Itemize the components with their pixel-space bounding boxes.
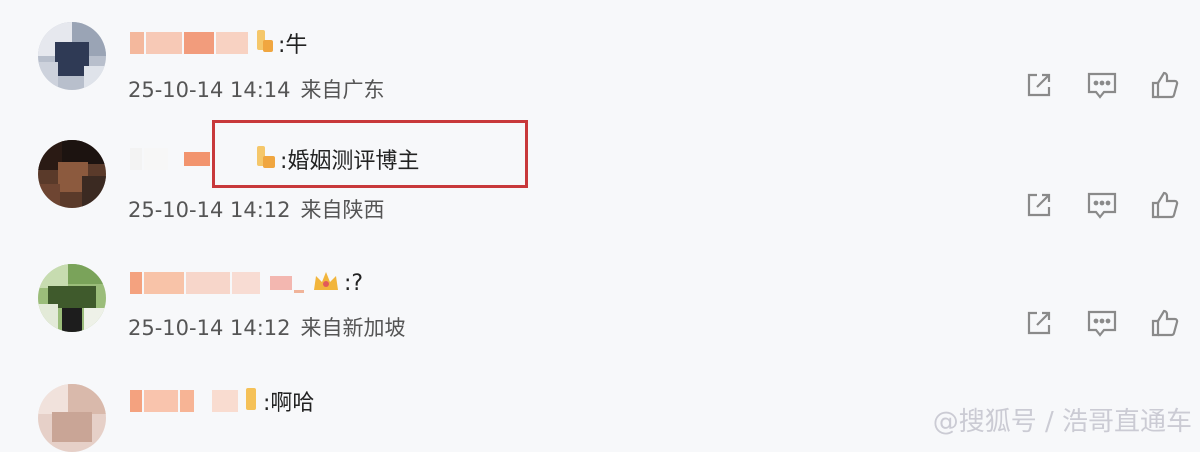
crown-icon	[311, 268, 341, 298]
comment-item: :? 25-10-14 14:12 来自新加坡	[0, 240, 1200, 360]
avatar[interactable]	[38, 264, 106, 332]
comment-icon[interactable]	[1086, 308, 1118, 338]
comment-text: :?	[344, 270, 364, 296]
username-blur	[184, 32, 214, 54]
comment-meta: 25-10-14 14:14 来自广东	[128, 74, 385, 104]
username-blur	[294, 289, 304, 293]
comment-item: :牛 25-10-14 14:14 来自广东	[0, 0, 1200, 120]
share-icon[interactable]	[1024, 190, 1054, 220]
username-blur	[146, 32, 182, 54]
avatar[interactable]	[38, 140, 106, 208]
username-blur	[186, 272, 230, 294]
highlight-box	[212, 120, 528, 188]
comment-header: :啊哈	[130, 386, 314, 416]
share-icon[interactable]	[1024, 308, 1054, 338]
username[interactable]	[130, 272, 142, 294]
comment-actions	[1024, 70, 1180, 100]
username-blur	[180, 390, 194, 412]
avatar[interactable]	[38, 384, 106, 452]
like-icon[interactable]	[1150, 190, 1180, 220]
like-icon[interactable]	[1150, 308, 1180, 338]
comment-icon[interactable]	[1086, 190, 1118, 220]
comment-actions	[1024, 190, 1180, 220]
watermark: @搜狐号 / 浩哥直通车	[932, 407, 1192, 437]
avatar[interactable]	[38, 22, 106, 90]
username-blur	[144, 390, 178, 412]
username-blur	[270, 276, 292, 290]
comment-date: 25-10-14 14:14	[128, 78, 291, 102]
comment-header: :?	[130, 268, 363, 298]
comment-location: 来自新加坡	[300, 316, 406, 340]
comment-icon[interactable]	[1086, 70, 1118, 100]
share-icon[interactable]	[1024, 70, 1054, 100]
comment-header: :牛	[130, 28, 307, 58]
comment-text: :牛	[278, 33, 308, 58]
comment-meta: 25-10-14 14:12 来自陕西	[128, 194, 385, 224]
comment-item: :婚姻测评博主 25-10-14 14:12 来自陕西	[0, 120, 1200, 240]
username[interactable]	[184, 152, 210, 166]
comment-location: 来自陕西	[300, 198, 385, 222]
comment-text: :啊哈	[263, 391, 315, 416]
like-icon[interactable]	[1150, 70, 1180, 100]
comment-actions	[1024, 308, 1180, 338]
comment-date: 25-10-14 14:12	[128, 316, 291, 340]
username-blur	[144, 272, 184, 294]
username-blur	[130, 148, 142, 170]
username-blur	[212, 390, 238, 412]
fan-badge-icon	[244, 386, 260, 416]
comment-meta: 25-10-14 14:12 来自新加坡	[128, 312, 406, 342]
comment-location: 来自广东	[300, 78, 385, 102]
fan-badge-icon	[255, 28, 275, 58]
comment-date: 25-10-14 14:12	[128, 198, 291, 222]
username-blur	[144, 148, 168, 170]
username[interactable]	[130, 390, 142, 412]
username-blur	[216, 32, 248, 54]
username[interactable]	[130, 32, 144, 54]
username-blur	[232, 272, 260, 294]
